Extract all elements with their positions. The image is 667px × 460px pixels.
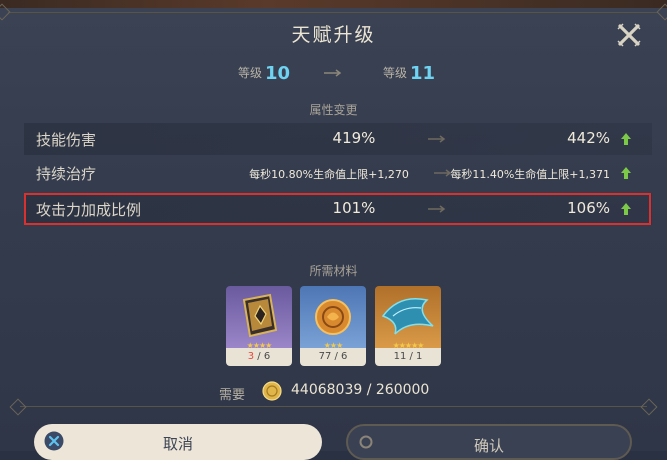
material-need: 6 (341, 351, 348, 362)
attribute-name: 持续治疗 (36, 165, 97, 183)
mora-coin-icon (262, 381, 282, 401)
arrow-right-icon (324, 69, 342, 77)
arrow-right-icon (428, 135, 446, 143)
level-to: 等级 11 (383, 63, 435, 84)
level-to-value: 11 (410, 63, 436, 84)
attributes-header: 属性变更 (309, 103, 358, 117)
cost-label: 需要 (219, 388, 246, 403)
material-have: 3 (247, 351, 255, 362)
materials-header: 所需材料 (309, 264, 358, 278)
level-from-value: 10 (265, 63, 291, 84)
highlight-box (24, 193, 651, 225)
cost-need: 260000 (375, 382, 430, 398)
corner-ornament (9, 398, 27, 416)
coin-disc-icon (300, 286, 366, 348)
crystal-wing-icon (375, 286, 441, 348)
top-divider (8, 12, 658, 13)
top-strip (0, 0, 667, 8)
attribute-row-heal: 持续治疗 每秒10.80%生命值上限+1,270 每秒11.40%生命值上限+1… (24, 157, 652, 189)
cost-amount: 44068039 / 260000 (291, 382, 430, 398)
confirm-label: 确认 (473, 437, 504, 455)
attribute-name: 技能伤害 (36, 131, 97, 149)
material-need: 1 (416, 351, 423, 362)
material-coin-disc[interactable]: ★★★ 77 / 6 (300, 286, 366, 366)
level-to-label: 等级 (383, 66, 408, 80)
material-crystal-wing[interactable]: ★★★★★ 11 / 1 (375, 286, 441, 366)
level-from: 等级 10 (238, 63, 290, 84)
material-count: 3 / 6 (226, 348, 292, 366)
attribute-next: 每秒11.40%生命值上限+1,371 (450, 168, 610, 181)
close-icon[interactable] (616, 22, 642, 48)
attribute-next: 442% (567, 129, 610, 147)
talent-book-icon (226, 286, 292, 348)
increase-arrow-icon (621, 167, 631, 179)
attribute-current: 每秒10.80%生命值上限+1,270 (249, 168, 409, 181)
material-have: 11 (393, 351, 407, 362)
level-from-label: 等级 (238, 66, 263, 80)
material-count: 11 / 1 (375, 348, 441, 366)
bottom-divider (20, 406, 647, 407)
cancel-button[interactable]: 取消 (34, 424, 322, 460)
increase-arrow-icon (621, 133, 631, 145)
corner-ornament (640, 398, 658, 416)
cost-have: 44068039 (291, 382, 363, 398)
attribute-current: 419% (332, 129, 376, 147)
material-need: 6 (263, 351, 271, 362)
material-have: 77 (318, 351, 332, 362)
attribute-row-skill-dmg: 技能伤害 419% 442% (24, 123, 652, 155)
dialog-title: 天赋升级 (291, 24, 376, 46)
confirm-button[interactable]: 确认 (346, 424, 632, 460)
material-talent-book[interactable]: ★★★★ 3 / 6 (226, 286, 292, 366)
material-count: 77 / 6 (300, 348, 366, 366)
